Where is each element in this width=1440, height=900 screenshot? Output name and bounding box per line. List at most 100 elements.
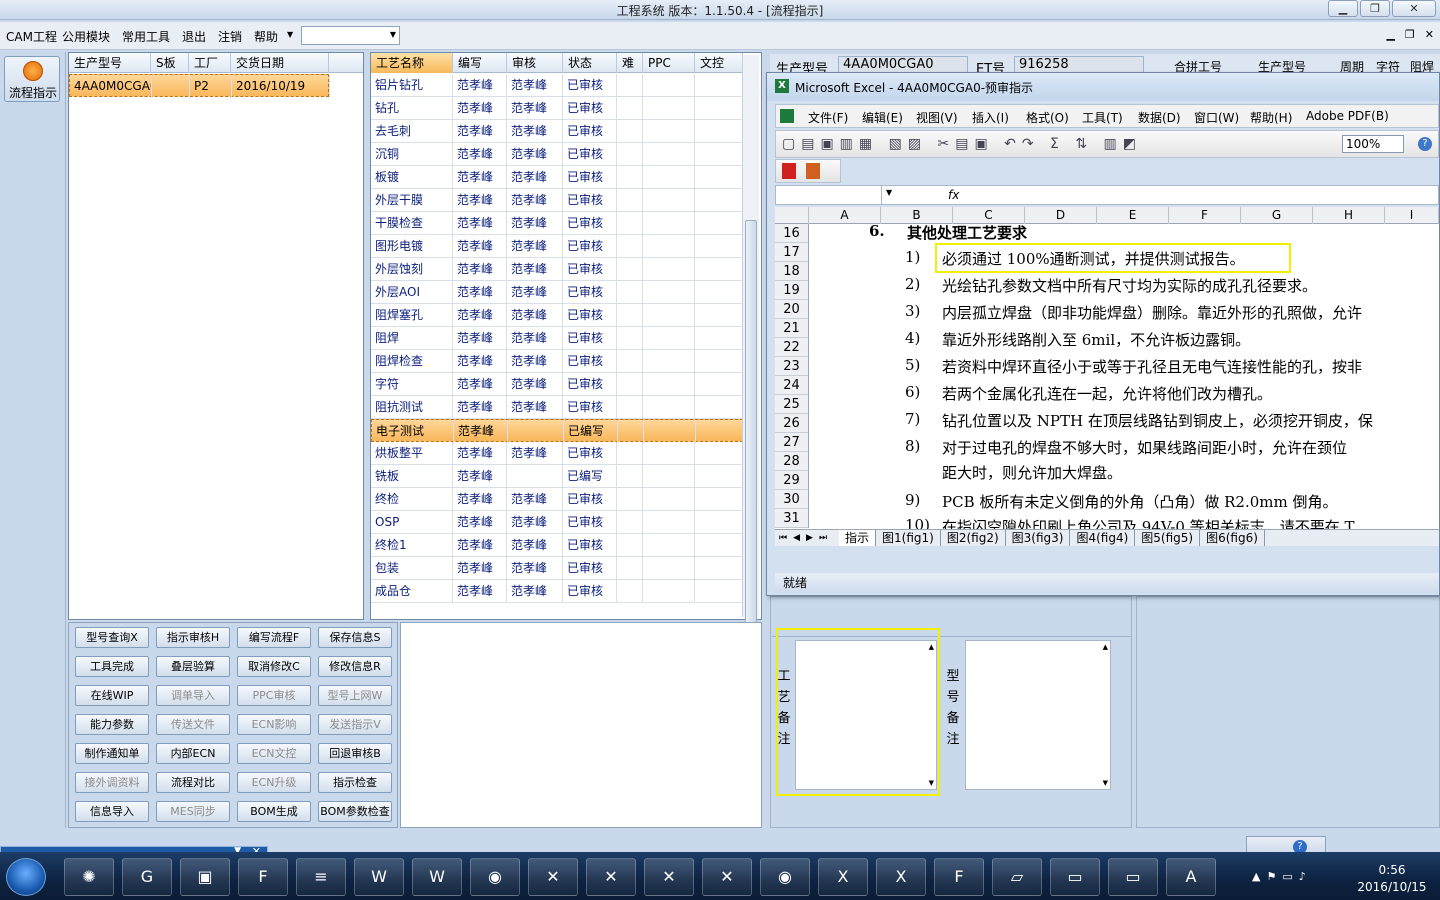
table-row[interactable]: 字符 范孝峰 范孝峰 已审核 (371, 373, 743, 396)
row-header[interactable]: 16 (775, 224, 809, 243)
model-memo-textarea[interactable]: ▲ ▼ (965, 640, 1111, 790)
taskbar-image-icon[interactable]: ▭ (1050, 858, 1100, 896)
excel-doc-icon[interactable] (780, 109, 794, 123)
col-header-difficulty[interactable]: 难 (617, 53, 643, 73)
action-button-6-1[interactable]: MES同步 (156, 801, 230, 822)
action-button-4-0[interactable]: 制作通知单 (75, 743, 149, 764)
row-header[interactable]: 30 (775, 490, 809, 509)
taskbar-tablet-icon[interactable]: ▱ (992, 858, 1042, 896)
action-button-0-2[interactable]: 编写流程F (237, 627, 311, 648)
table-row[interactable]: 阻焊 范孝峰 范孝峰 已审核 (371, 327, 743, 350)
action-button-0-1[interactable]: 指示审核H (156, 627, 230, 648)
action-button-5-2[interactable]: ECN升级 (237, 772, 311, 793)
action-button-6-3[interactable]: BOM参数检查 (318, 801, 392, 822)
col-header-author[interactable]: 编写 (453, 53, 507, 73)
tray-icons[interactable]: ▲⚑▭♪ (1252, 870, 1312, 883)
table-row[interactable]: 钻孔 范孝峰 范孝峰 已审核 (371, 97, 743, 120)
scroll-up-icon[interactable]: ▲ (1103, 643, 1108, 651)
row-header[interactable]: 21 (775, 319, 809, 338)
action-button-2-2[interactable]: PPC审核 (237, 685, 311, 706)
col-header-status[interactable]: 状态 (563, 53, 617, 73)
system-clock[interactable]: 0:56 2016/10/15 (1350, 862, 1434, 896)
col-header-g[interactable]: G (1241, 207, 1313, 224)
action-button-1-2[interactable]: 取消修改C (237, 656, 311, 677)
table-row[interactable]: 包装 范孝峰 范孝峰 已审核 (371, 557, 743, 580)
table-row[interactable]: 铝片钻孔 范孝峰 范孝峰 已审核 (371, 74, 743, 97)
menu-help[interactable]: 帮助 (254, 28, 278, 45)
taskbar-notes-icon[interactable]: ≡ (296, 858, 346, 896)
col-header-a[interactable]: A (809, 207, 881, 224)
table-row[interactable]: 去毛刺 范孝峰 范孝峰 已审核 (371, 120, 743, 143)
table-row[interactable]: 终检1 范孝峰 范孝峰 已审核 (371, 534, 743, 557)
action-button-5-1[interactable]: 流程对比 (156, 772, 230, 793)
select-all-corner[interactable] (775, 207, 809, 224)
table-row[interactable]: 沉铜 范孝峰 范孝峰 已审核 (371, 143, 743, 166)
table-row[interactable]: 外层干膜 范孝峰 范孝峰 已审核 (371, 189, 743, 212)
taskbar-pdf-icon[interactable]: A (1166, 858, 1216, 896)
excel-menu-adobe-pdf[interactable]: Adobe PDF(B) (1306, 109, 1389, 123)
sheet-tab[interactable]: 图6(fig6) (1200, 530, 1265, 546)
table-row[interactable]: 阻焊塞孔 范孝峰 范孝峰 已审核 (371, 304, 743, 327)
menu-overflow-icon[interactable]: ▼ (287, 30, 293, 39)
col-header-ppc[interactable]: PPC (643, 53, 695, 73)
scrollbar-thumb[interactable] (745, 220, 757, 628)
row-header[interactable]: 26 (775, 414, 809, 433)
excel-menu-tools[interactable]: 工具(T) (1082, 109, 1123, 126)
pdf-mail-icon[interactable] (806, 163, 820, 179)
taskbar-app-eye-icon[interactable]: ◉ (760, 858, 810, 896)
action-button-6-2[interactable]: BOM生成 (237, 801, 311, 822)
tab-nav-icons[interactable]: ⏮◀▶⏭ (779, 530, 833, 546)
maximize-icon[interactable]: ❐ (1360, 0, 1390, 17)
action-button-2-0[interactable]: 在线WIP (75, 685, 149, 706)
col-header-process[interactable]: 工艺名称 (371, 53, 453, 73)
row-header[interactable]: 25 (775, 395, 809, 414)
col-header-d[interactable]: D (1025, 207, 1097, 224)
action-button-5-0[interactable]: 接外调资料 (75, 772, 149, 793)
taskbar-save-icon[interactable]: ▣ (180, 858, 230, 896)
flow-indicator-button[interactable]: 流程指示 (4, 56, 60, 102)
action-button-4-1[interactable]: 内部ECN (156, 743, 230, 764)
col-header-i[interactable]: I (1385, 207, 1439, 224)
taskbar-app-f-icon[interactable]: F (934, 858, 984, 896)
col-header-delivery-date[interactable]: 交货日期 (231, 53, 329, 73)
row-header[interactable]: 17 (775, 243, 809, 262)
row-header[interactable]: 23 (775, 357, 809, 376)
menu-logout[interactable]: 注销 (218, 28, 242, 45)
col-header-doc-control[interactable]: 文控 (695, 53, 743, 73)
zoom-select[interactable]: 100% (1342, 135, 1404, 153)
col-header-e[interactable]: E (1097, 207, 1169, 224)
action-button-3-1[interactable]: 传送文件 (156, 714, 230, 735)
table-row[interactable]: 4AA0M0CGA0 P2 2016/10/19 (69, 74, 330, 98)
taskbar-image-icon[interactable]: ▭ (1108, 858, 1158, 896)
taskbar-app-f-icon[interactable]: F (238, 858, 288, 896)
taskbar-excel-icon[interactable]: X (876, 858, 926, 896)
sheet-tab[interactable]: 图4(fig4) (1070, 530, 1136, 546)
action-button-3-3[interactable]: 发送指示V (318, 714, 392, 735)
close-icon[interactable]: ✕ (1392, 0, 1436, 17)
col-header-h[interactable]: H (1313, 207, 1385, 224)
action-button-5-3[interactable]: 指示检查 (318, 772, 392, 793)
excel-menu-view[interactable]: 视图(V) (916, 109, 958, 126)
table-row[interactable]: 外层蚀刻 范孝峰 范孝峰 已审核 (371, 258, 743, 281)
action-button-0-3[interactable]: 保存信息S (318, 627, 392, 648)
mdi-restore-icon[interactable]: ❐ (1405, 28, 1415, 41)
action-button-3-2[interactable]: ECN影响 (237, 714, 311, 735)
row-header[interactable]: 18 (775, 262, 809, 281)
action-button-1-1[interactable]: 叠层验算 (156, 656, 230, 677)
row-header[interactable]: 31 (775, 509, 809, 528)
row-header[interactable]: 24 (775, 376, 809, 395)
excel-menu-help[interactable]: 帮助(H) (1250, 109, 1292, 126)
table-row[interactable]: 阻抗测试 范孝峰 范孝峰 已审核 (371, 396, 743, 419)
help-icon[interactable]: ? (1418, 137, 1432, 151)
table-row[interactable]: 烘板整平 范孝峰 范孝峰 已审核 (371, 442, 743, 465)
row-header[interactable]: 28 (775, 452, 809, 471)
pdf-icon[interactable] (782, 163, 796, 179)
taskbar-cam-icon[interactable]: ✕ (644, 858, 694, 896)
sheet-tab[interactable]: 图5(fig5) (1135, 530, 1201, 546)
taskbar-app-g-icon[interactable]: G (122, 858, 172, 896)
excel-menu-window[interactable]: 窗口(W) (1194, 109, 1239, 126)
sheet-tab[interactable]: 图2(fig2) (941, 530, 1006, 546)
table-row[interactable]: 板镀 范孝峰 范孝峰 已审核 (371, 166, 743, 189)
table-row[interactable]: 阻焊检查 范孝峰 范孝峰 已审核 (371, 350, 743, 373)
col-header-b[interactable]: B (881, 207, 953, 224)
